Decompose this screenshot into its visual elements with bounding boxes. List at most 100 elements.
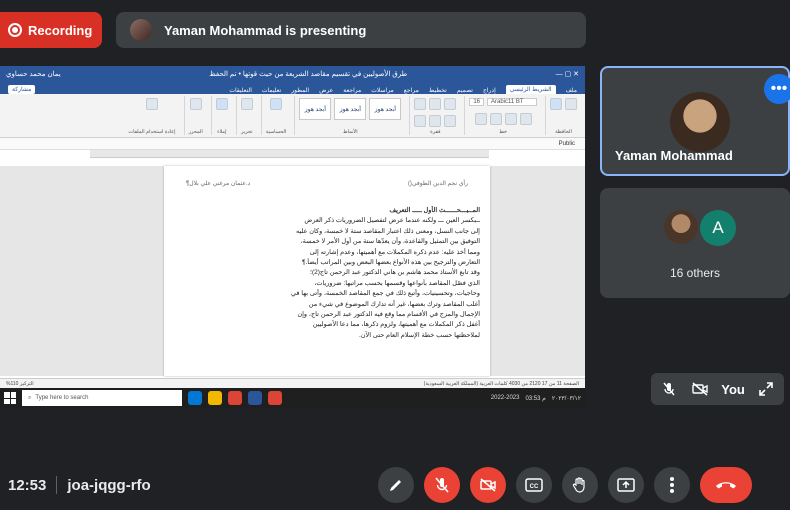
style-heading2[interactable]: أبجد هوز [369, 98, 402, 120]
document-text: المــبـــحــــــث الأول ـــــ التعريف ــ… [174, 206, 480, 341]
camera-toggle-button[interactable] [470, 467, 506, 503]
more-options-button[interactable] [654, 467, 690, 503]
cut-icon[interactable] [565, 98, 577, 110]
comments-button[interactable]: التعليقات [229, 87, 252, 94]
more-options-icon[interactable]: ••• [764, 74, 790, 104]
word-icon[interactable] [248, 391, 262, 405]
tab-help[interactable]: تعليمات [262, 87, 281, 94]
page-header: رأي نجم الدين الطوفي() د.عثمان مرغني علي… [186, 180, 468, 187]
style-heading1[interactable]: أبجد هوز [334, 98, 367, 120]
find-icon[interactable] [240, 98, 253, 110]
numbering-icon[interactable] [429, 98, 442, 110]
group-label: الأنماط [342, 129, 358, 135]
underline-icon[interactable] [504, 112, 517, 125]
sensitivity-label[interactable]: Public [559, 141, 575, 147]
group-sensitivity: الحساسية [260, 96, 291, 135]
tab-file[interactable]: ملف [566, 87, 577, 94]
font-size-field[interactable]: 16 [469, 98, 484, 106]
present-button[interactable] [608, 467, 644, 503]
tab-view[interactable]: عرض [319, 87, 333, 94]
tab-review[interactable]: مراجعة [343, 87, 361, 94]
divider [56, 476, 58, 494]
shared-screen: يمان محمد حساوي طرق الأصوليين في تقسيم م… [0, 66, 585, 408]
participant-name: Yaman Mohammad [615, 148, 733, 163]
document-page[interactable]: رأي نجم الدين الطوفي() د.عثمان مرغني علي… [164, 166, 490, 376]
word-document-title: طرق الأصوليين في تقسيم مقاصد الشريعة من … [209, 71, 408, 78]
justify-icon[interactable] [444, 114, 457, 127]
window-controls-icon[interactable]: — ▢ ✕ [556, 70, 579, 78]
chrome-icon[interactable] [268, 391, 282, 405]
captions-button[interactable]: CC [516, 467, 552, 503]
windows-taskbar: ⌕ Type here to search 2022-2023 03:53 م … [0, 388, 585, 408]
self-video-tile[interactable]: Yaman Mohammad ••• [600, 66, 790, 176]
record-icon [8, 23, 22, 37]
italic-icon[interactable] [489, 112, 502, 125]
pen-button[interactable] [378, 467, 414, 503]
group-paragraph: فقرة [409, 96, 460, 135]
tab-home[interactable]: الشريط الرئيسي [505, 85, 556, 94]
raise-hand-button[interactable] [562, 467, 598, 503]
editor-icon[interactable] [189, 98, 202, 110]
tab-layout[interactable]: تخطيط [429, 87, 447, 94]
taskbar-search[interactable]: ⌕ Type here to search [22, 390, 182, 406]
word-status-bar: الصفحة 11 من 17 2120 من 4030 كلمات العرب… [0, 378, 585, 388]
doc-line: ــبكسر العين ـــ ولكنه عندما عرض لتفصيل … [304, 217, 480, 225]
group-label: إعادة استخدام الملفات [128, 129, 176, 135]
windows-start-icon[interactable] [4, 392, 16, 404]
font-name-field[interactable]: Arabic11 BT [487, 98, 537, 106]
group-clipboard: الحافظة [545, 96, 581, 135]
recording-label: Recording [28, 22, 93, 38]
share-button[interactable]: مشاركة [8, 85, 36, 94]
tab-mailings[interactable]: مراسلات [371, 87, 393, 94]
doc-line: ومما أخذ عليه: عدم ذكره المكملات مع أهمي… [309, 248, 480, 256]
bold-icon[interactable] [474, 112, 487, 125]
edge-icon[interactable] [188, 391, 202, 405]
tab-references[interactable]: مراجع [404, 87, 419, 94]
yaman-avatar [670, 92, 730, 152]
meeting-info: 12:53 joa-jqgg-rfo [8, 476, 151, 494]
chrome-icon[interactable] [228, 391, 242, 405]
rtl-icon[interactable] [444, 98, 457, 110]
align-center-icon[interactable] [429, 114, 442, 127]
doc-heading: المــبـــحــــــث الأول ـــــ التعريف [389, 207, 480, 214]
tray-time[interactable]: 03:53 م [525, 395, 545, 402]
align-right-icon[interactable] [414, 114, 427, 127]
self-preview[interactable]: You [651, 373, 784, 405]
doc-line: الذي فصّل المقاصد بأنواعها وقسمها بحسب م… [314, 279, 480, 287]
meeting-code[interactable]: joa-jqgg-rfo [67, 477, 150, 494]
document-area: رأي نجم الدين الطوفي() د.عثمان مرغني علي… [0, 166, 585, 376]
doc-line: وقد تابع الأستاذ محمد هاشم بن هاني الدكت… [309, 269, 480, 277]
others-tile[interactable]: A 16 others [600, 188, 790, 298]
group-editing: تحرير [235, 96, 257, 135]
tray-year: 2022-2023 [490, 395, 520, 401]
pen-icon [390, 480, 401, 491]
mic-toggle-button[interactable] [424, 467, 460, 503]
microphone-icon[interactable] [215, 98, 228, 110]
paste-icon[interactable] [550, 98, 562, 110]
recording-indicator[interactable]: Recording [0, 12, 102, 48]
group-label: إملاء [217, 129, 227, 135]
bullets-icon[interactable] [414, 98, 427, 110]
group-dictate: إملاء [210, 96, 232, 135]
tab-design[interactable]: تصميم [457, 87, 473, 94]
presenter-avatar [130, 19, 152, 41]
search-placeholder: Type here to search [35, 395, 89, 401]
participant-avatar [664, 210, 698, 244]
participant-initial-avatar: A [700, 210, 736, 246]
tab-developer[interactable]: المطور [291, 87, 309, 94]
camera-off-icon [690, 379, 709, 399]
group-label: تحرير [241, 129, 253, 135]
doc-line: أغفل ذكر المكملات مع أهميتها، ولزوم ذكره… [312, 321, 480, 329]
leave-call-button[interactable] [700, 467, 752, 503]
mic-off-icon [435, 477, 449, 493]
reuse-files-icon[interactable] [145, 98, 158, 110]
style-normal[interactable]: أبجد هوز [299, 98, 332, 120]
expand-icon[interactable] [757, 379, 776, 399]
group-reuse: إعادة استخدام الملفات [124, 96, 179, 135]
font-color-icon[interactable] [519, 112, 532, 125]
explorer-icon[interactable] [208, 391, 222, 405]
header-right: رأي نجم الدين الطوفي() [407, 181, 468, 187]
group-label: الحافظة [555, 129, 572, 135]
tab-insert[interactable]: إدراج [483, 87, 496, 94]
sensitivity-icon[interactable] [270, 98, 283, 110]
